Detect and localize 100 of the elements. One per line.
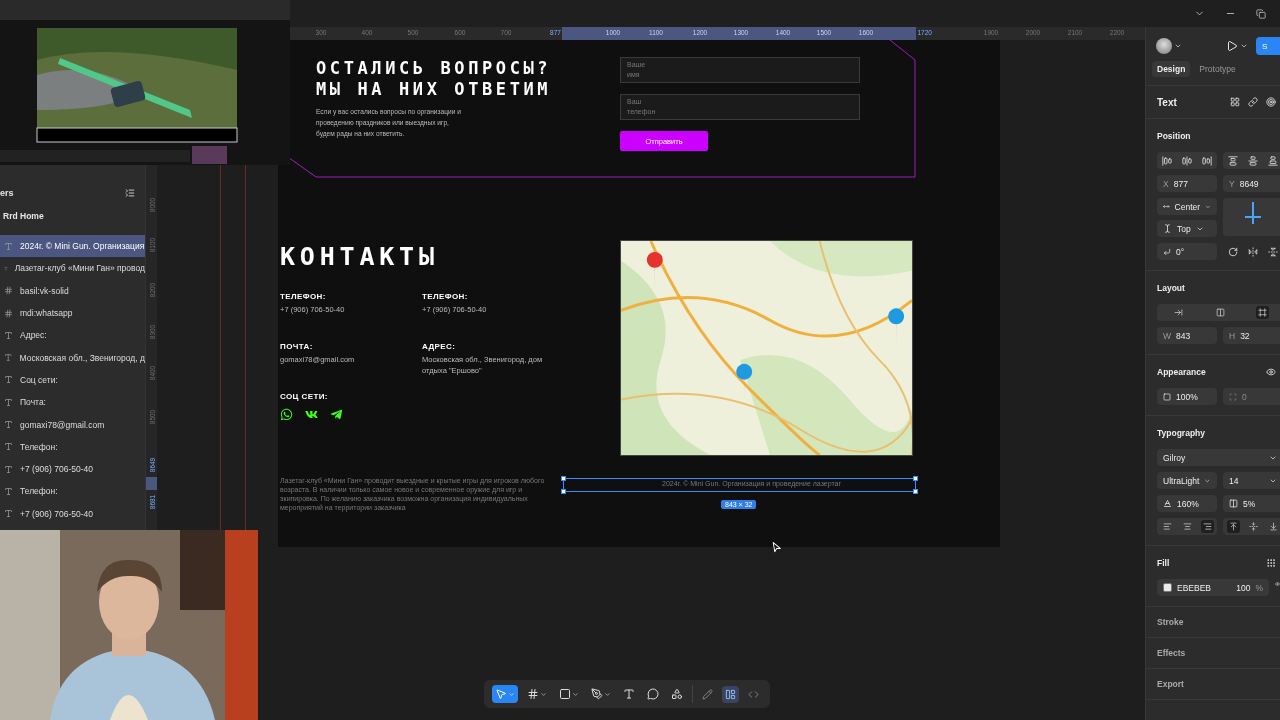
- section-title[interactable]: Stroke: [1157, 617, 1184, 627]
- contact-label: ПОЧТА:: [280, 342, 314, 351]
- chevron-down-icon: [1240, 42, 1248, 50]
- height-field[interactable]: H 32: [1223, 327, 1280, 344]
- text-tool-icon: [623, 688, 635, 700]
- rotation-field[interactable]: 0°: [1157, 243, 1217, 260]
- vertical-align-button[interactable]: [1226, 520, 1240, 533]
- frame-tool-icon: [527, 688, 539, 700]
- section-title[interactable]: Effects: [1157, 648, 1186, 658]
- layer-item[interactable]: gomaxi78@gmail.com: [0, 413, 145, 436]
- layer-item[interactable]: basil:vk-solid: [0, 279, 145, 302]
- layer-item[interactable]: +7 (906) 706-50-40: [0, 457, 145, 481]
- fill-field[interactable]: EBEBEB 100 %: [1157, 579, 1269, 596]
- panel-tab[interactable]: Prototype: [1194, 61, 1241, 77]
- text-icon: [4, 241, 13, 251]
- comment-tool[interactable]: [644, 685, 662, 703]
- contact-label: ТЕЛЕФОН:: [280, 292, 327, 301]
- opacity-field[interactable]: 100%: [1157, 388, 1217, 405]
- section-title: Layout: [1157, 283, 1185, 293]
- y-field[interactable]: Y 8649: [1223, 175, 1280, 192]
- move-tool[interactable]: [492, 685, 518, 703]
- resize-button[interactable]: [1255, 306, 1269, 319]
- constraint-diagram[interactable]: [1223, 198, 1280, 236]
- avatar[interactable]: [1156, 38, 1172, 54]
- section-heading: ОСТАЛИСЬ ВОПРОСЫ? МЫ НА НИХ ОТВЕТИМ: [316, 58, 553, 100]
- caret-icon: [540, 690, 547, 698]
- align-top-icon: [1228, 522, 1238, 531]
- section-title: Typography: [1157, 428, 1205, 438]
- resize-button[interactable]: [1213, 306, 1227, 319]
- contacts-heading: КОНТАКТЫ: [280, 245, 440, 269]
- pen-tool-icon: [591, 688, 603, 700]
- constraint-dropdown[interactable]: Top: [1157, 220, 1217, 237]
- panel-title: Text: [1157, 96, 1177, 108]
- align-middle-icon: [1248, 155, 1258, 166]
- caret-icon: [572, 690, 579, 698]
- letter-spacing-icon: [1229, 499, 1238, 508]
- layer-item[interactable]: mdi:whatsapp: [0, 301, 145, 325]
- telegram-icon[interactable]: [330, 408, 343, 421]
- whatsapp-icon[interactable]: [280, 408, 293, 421]
- text-icon: [4, 397, 13, 407]
- layer-item[interactable]: Соц сети:: [0, 368, 145, 392]
- section-title[interactable]: Export: [1157, 679, 1184, 689]
- contact-label: ТЕЛЕФОН:: [422, 292, 469, 301]
- text-icon: [4, 509, 13, 519]
- section-title: Appearance: [1157, 367, 1206, 377]
- design-mode-button[interactable]: [722, 685, 739, 703]
- layer-item[interactable]: +7 (906) 706-50-40: [0, 502, 145, 525]
- weight-dropdown[interactable]: UltraLight: [1157, 472, 1217, 489]
- fixed-width-icon: [1173, 308, 1183, 317]
- layer-item[interactable]: Московская обл., Звенигород, д: [0, 346, 145, 369]
- layer-item[interactable]: Телефон:: [0, 435, 145, 458]
- text-icon: [4, 375, 13, 385]
- align-right-icon: [1202, 522, 1212, 531]
- line-height-field[interactable]: 160%: [1157, 495, 1217, 512]
- chevron-down-icon: [1174, 42, 1182, 50]
- align-center-icon: [1182, 155, 1192, 166]
- vertical-icon: [1163, 224, 1172, 233]
- ruler-selection: [146, 477, 157, 490]
- x-field[interactable]: X 877: [1157, 175, 1217, 192]
- contact-label: АДРЕС:: [422, 342, 457, 351]
- font-dropdown[interactable]: Gilroy: [1157, 449, 1280, 466]
- width-field[interactable]: W 843: [1157, 327, 1217, 344]
- text-align-button[interactable]: [1200, 520, 1214, 533]
- panel-tab[interactable]: Design: [1152, 61, 1191, 77]
- share-button[interactable]: S: [1256, 37, 1280, 55]
- text-icon: [4, 330, 13, 340]
- eye-icon: [1275, 579, 1280, 589]
- caret-icon: [508, 690, 515, 698]
- text-align-button[interactable]: [1160, 520, 1174, 533]
- play-icon: [1226, 40, 1238, 52]
- dev-mode-button-icon: [748, 688, 759, 700]
- align-top-icon: [1228, 155, 1238, 166]
- layer-item[interactable]: Почта:: [0, 391, 145, 414]
- corner-icon: [1229, 392, 1237, 401]
- rotate-icon: [1228, 246, 1238, 257]
- constraint-dropdown[interactable]: Center: [1157, 198, 1217, 215]
- color-swatch[interactable]: [1163, 583, 1172, 592]
- align-left-icon: [1162, 522, 1172, 531]
- restore-icon: [1256, 8, 1266, 19]
- draw-mode-button-icon: [702, 688, 713, 700]
- layer-item[interactable]: 2024г. © Mini Gun. Организация: [0, 235, 145, 258]
- opacity-icon: [1163, 392, 1171, 401]
- layer-item[interactable]: Адрес:: [0, 324, 145, 347]
- collapse-icon: [125, 188, 135, 198]
- page-name[interactable]: Rrd Home: [0, 201, 145, 235]
- vk-icon[interactable]: [305, 408, 318, 421]
- layer-item[interactable]: Телефон:: [0, 480, 145, 503]
- letter-spacing-field[interactable]: 5%: [1223, 495, 1280, 512]
- vertical-align-button[interactable]: [1246, 520, 1260, 533]
- resize-button[interactable]: [1171, 306, 1185, 319]
- align-left-icon: [1162, 155, 1172, 166]
- comment-tool-icon: [647, 688, 659, 700]
- horizontal-icon: [1163, 202, 1170, 211]
- layer-item[interactable]: Лазетаг-клуб «Мини Ган» провод: [0, 257, 145, 280]
- caret-icon: [604, 690, 611, 698]
- target-icon: [1266, 97, 1276, 107]
- section-title: Fill: [1157, 558, 1170, 568]
- size-field[interactable]: 14: [1223, 472, 1280, 489]
- text-icon: [4, 420, 13, 429]
- align-right-icon: [1202, 155, 1212, 166]
